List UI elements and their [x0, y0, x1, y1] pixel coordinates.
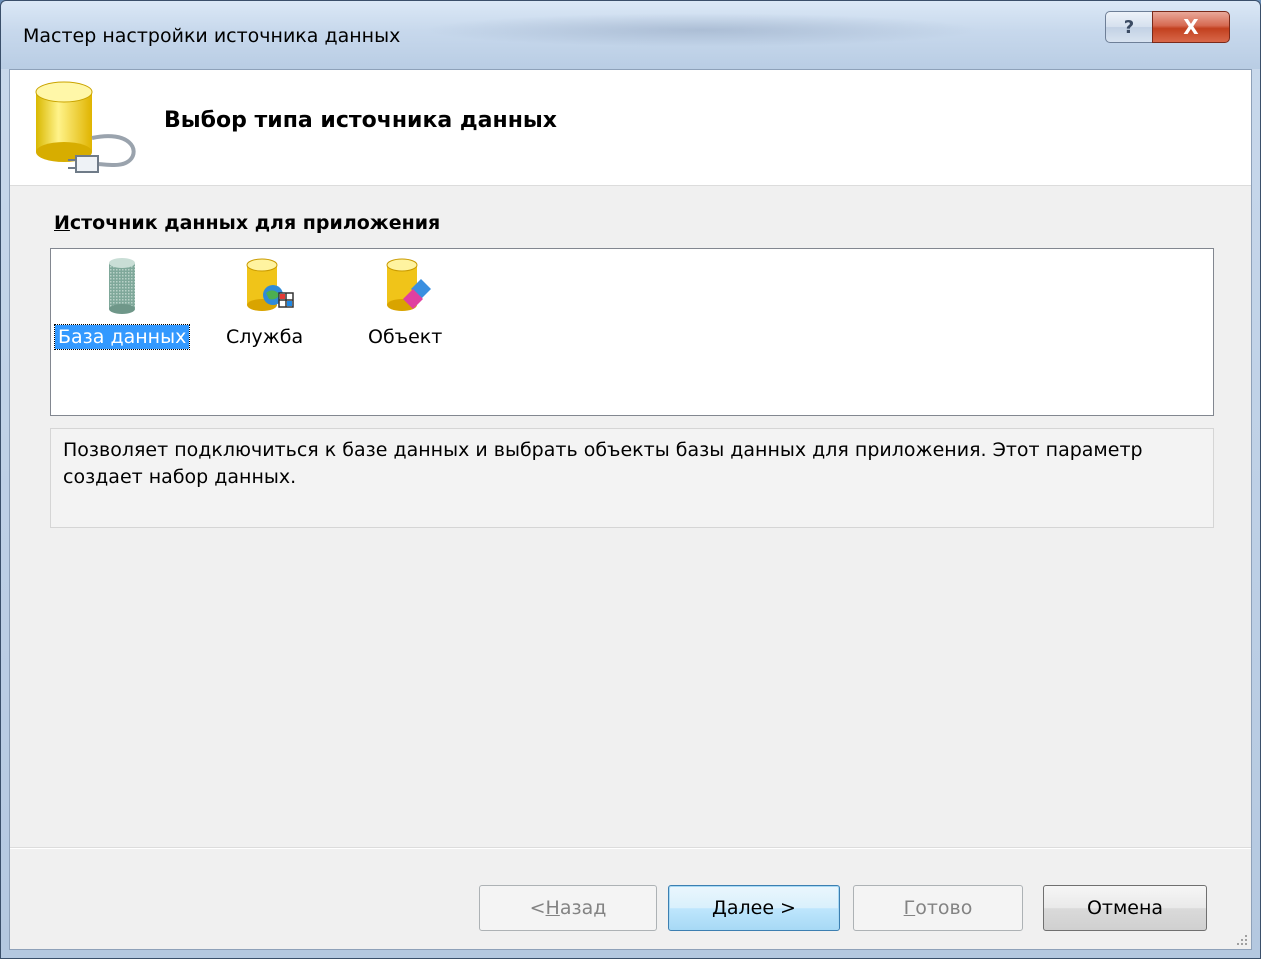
database-icon [109, 258, 136, 314]
list-item-service[interactable]: Служба [223, 257, 306, 349]
cancel-button[interactable]: Отмена [1043, 885, 1207, 931]
source-list-label-rest: сточник данных для приложения [69, 212, 441, 234]
source-list-label: Источник данных для приложения [54, 212, 440, 234]
wizard-header: Выбор типа источника данных [10, 70, 1251, 186]
service-icon [246, 258, 294, 311]
back-button-prefix: < [529, 897, 546, 919]
close-button[interactable]: X [1152, 11, 1230, 43]
back-button[interactable]: < Назад [479, 885, 657, 931]
list-item-label: Служба [226, 326, 304, 348]
wizard-client-area: Выбор типа источника данных Источник дан… [9, 69, 1252, 950]
window-title: Мастер настройки источника данных [23, 25, 401, 47]
title-bar[interactable]: Мастер настройки источника данных ? X [1, 1, 1260, 69]
help-icon: ? [1123, 16, 1135, 38]
wizard-window: Мастер настройки источника данных ? X Вы… [0, 0, 1261, 959]
back-button-accel: Н [545, 897, 560, 919]
list-item-database[interactable]: База данных [53, 257, 191, 350]
list-item-label: База данных [53, 324, 191, 350]
finish-button[interactable]: Готово [853, 885, 1023, 931]
object-icon [386, 258, 432, 311]
resize-grip-icon[interactable] [1235, 933, 1249, 947]
finish-button-rest: отово [915, 897, 973, 919]
finish-button-accel: Г [903, 897, 916, 919]
database-plug-icon [35, 81, 136, 173]
next-button[interactable]: Далее > [668, 885, 840, 931]
description-panel: Позволяет подключиться к базе данных и в… [50, 428, 1214, 528]
help-button[interactable]: ? [1105, 11, 1153, 43]
title-bar-glow [421, 13, 981, 47]
back-button-rest: азад [559, 897, 607, 919]
data-source-list[interactable]: База данных Служба Объект [50, 248, 1214, 416]
footer-divider [10, 847, 1251, 848]
list-item-object[interactable]: Объект [365, 257, 445, 349]
close-icon: X [1183, 15, 1199, 39]
source-list-label-accel: И [54, 212, 70, 234]
list-item-label: Объект [368, 326, 443, 348]
next-button-rest: алее > [726, 897, 796, 919]
description-text: Позволяет подключиться к базе данных и в… [63, 439, 1143, 488]
next-button-accel: Д [712, 897, 727, 919]
page-title: Выбор типа источника данных [164, 108, 557, 133]
